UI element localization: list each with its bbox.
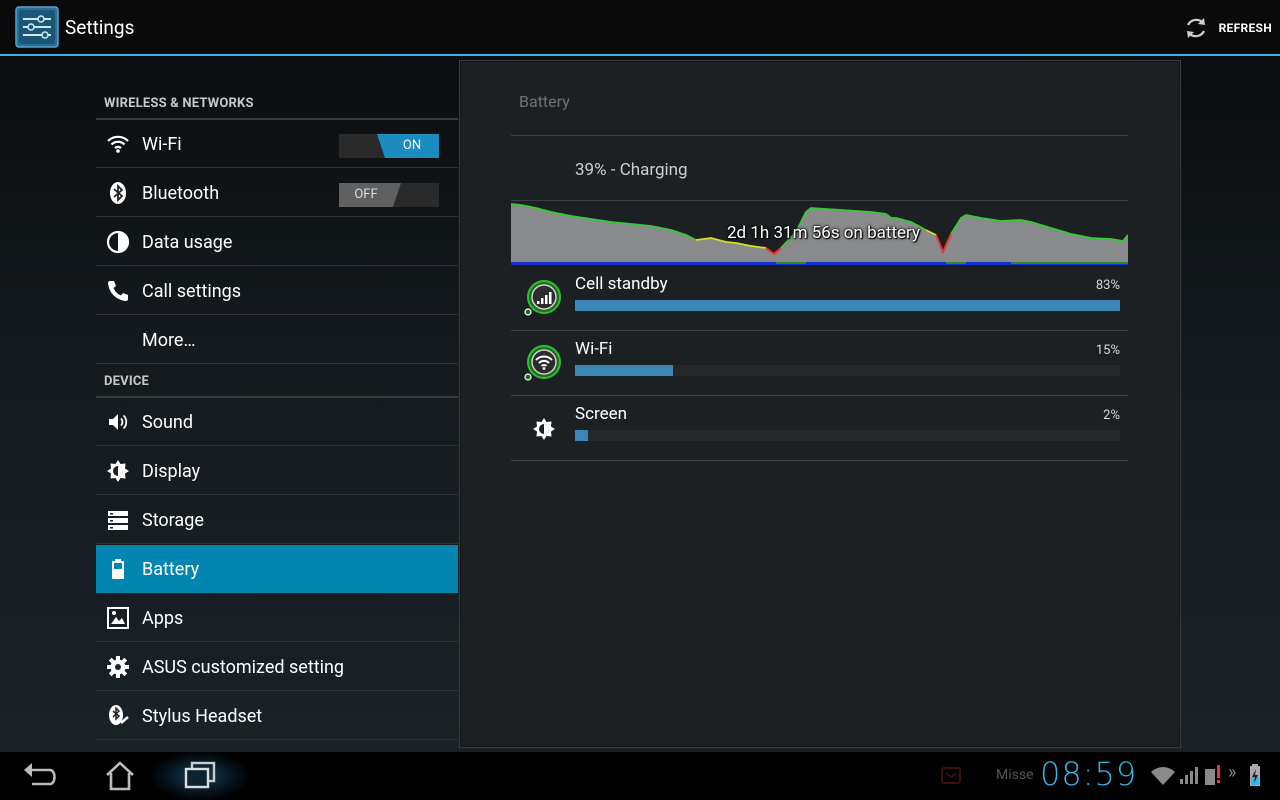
- sidebar-item-display[interactable]: Display: [96, 447, 458, 495]
- sidebar-item-apps[interactable]: Apps: [96, 594, 458, 642]
- section-header-wireless: WIRELESS & NETWORKS: [104, 96, 254, 111]
- usage-bar-fill: [575, 300, 1120, 311]
- battery-status: 39% - Charging: [575, 160, 688, 180]
- sidebar-item-label: Battery: [142, 559, 200, 580]
- phone-icon: [108, 281, 128, 301]
- wifi-toggle[interactable]: ON: [339, 134, 439, 158]
- usage-row-wifi[interactable]: Wi-Fi 15%: [511, 331, 1128, 396]
- panel-divider: [511, 135, 1128, 136]
- settings-app-icon[interactable]: [15, 6, 59, 48]
- usage-percent: 15%: [1095, 343, 1120, 358]
- sidebar-item-label: More…: [142, 330, 196, 351]
- usage-name: Wi-Fi: [575, 339, 613, 359]
- brightness-icon: [533, 418, 555, 440]
- sidebar-item-bluetooth[interactable]: Bluetooth OFF: [96, 169, 458, 217]
- settings-list: WIRELESS & NETWORKS Wi-Fi ON Bluetooth O…: [96, 56, 458, 752]
- action-bar: Settings REFRESH: [0, 0, 1280, 56]
- wifi-status-icon: [1151, 767, 1175, 785]
- sidebar-item-call-settings[interactable]: Call settings: [96, 267, 458, 315]
- usage-percent: 83%: [1095, 278, 1120, 293]
- toggle-state: OFF: [339, 183, 401, 207]
- usage-bar-fill: [575, 365, 674, 376]
- stylus-headset-icon: [109, 705, 129, 725]
- panel-title: Battery: [519, 92, 570, 111]
- usage-row-cell-standby[interactable]: Cell standby 83%: [511, 266, 1128, 331]
- battery-history-label: 2d 1h 31m 56s on battery: [726, 223, 920, 243]
- back-button[interactable]: [20, 758, 60, 794]
- notification-icon[interactable]: [940, 765, 964, 787]
- usage-name: Screen: [575, 404, 628, 424]
- usage-row-screen[interactable]: Screen 2%: [511, 396, 1128, 461]
- sidebar-item-label: Stylus Headset: [142, 706, 263, 727]
- sd-card-alert-icon: [1205, 765, 1220, 785]
- usage-name: Cell standby: [575, 274, 668, 294]
- usage-bar-track: [575, 300, 1120, 311]
- refresh-button[interactable]: REFRESH: [1183, 14, 1272, 42]
- clock[interactable]: 08:59: [1040, 755, 1137, 793]
- usage-bar-fill: [575, 430, 589, 441]
- recent-apps-button[interactable]: [180, 758, 220, 794]
- sidebar-item-label: Call settings: [142, 281, 242, 302]
- storage-icon: [108, 511, 128, 530]
- sidebar-item-label: Wi-Fi: [142, 134, 182, 155]
- refresh-icon: [1186, 18, 1205, 38]
- battery-panel: Battery 39% - Charging 2d 1h 31m 56s on …: [459, 60, 1181, 748]
- apps-icon: [107, 607, 129, 629]
- usage-bar-track: [575, 365, 1120, 376]
- sidebar-item-label: Bluetooth: [142, 183, 220, 204]
- toggle-state: ON: [377, 134, 439, 158]
- sidebar-item-label: Sound: [142, 412, 193, 433]
- section-header-device: DEVICE: [104, 374, 150, 389]
- sidebar-item-battery[interactable]: Battery: [96, 545, 458, 593]
- sidebar-item-sound[interactable]: Sound: [96, 398, 458, 446]
- sidebar-item-wifi[interactable]: Wi-Fi ON: [96, 120, 458, 168]
- sidebar-item-stylus-headset[interactable]: Stylus Headset: [96, 692, 458, 740]
- home-button[interactable]: [100, 758, 140, 794]
- speaker-icon: [109, 414, 128, 430]
- brightness-icon: [107, 460, 129, 482]
- wifi-icon: [524, 345, 561, 381]
- sidebar-item-label: Data usage: [142, 232, 233, 253]
- gear-icon: [107, 656, 129, 678]
- sidebar-item-label: Apps: [142, 608, 184, 629]
- panel-divider: [511, 200, 1128, 201]
- sidebar-item-label: ASUS customized setting: [142, 657, 345, 678]
- app-title: Settings: [65, 16, 135, 39]
- cell-signal-icon: [524, 280, 561, 316]
- wifi-icon: [107, 135, 129, 153]
- data-usage-icon: [106, 230, 130, 254]
- sidebar-item-label: Storage: [142, 510, 204, 531]
- bluetooth-icon: [110, 182, 126, 204]
- more-notifications-icon[interactable]: »: [1228, 762, 1236, 783]
- battery-icon: [112, 559, 124, 579]
- notification-text: Misse: [996, 767, 1034, 783]
- sidebar-item-label: Display: [142, 461, 201, 482]
- usage-percent: 2%: [1103, 408, 1120, 423]
- bluetooth-toggle[interactable]: OFF: [339, 183, 439, 207]
- refresh-label: REFRESH: [1218, 21, 1272, 35]
- battery-status-icon: [1250, 764, 1260, 786]
- sidebar-item-asus-customized[interactable]: ASUS customized setting: [96, 643, 458, 691]
- sidebar-item-storage[interactable]: Storage: [96, 496, 458, 544]
- sidebar-item-more[interactable]: More…: [96, 316, 458, 364]
- signal-status-icon: [1180, 767, 1198, 784]
- sidebar-item-data-usage[interactable]: Data usage: [96, 218, 458, 266]
- usage-bar-track: [575, 430, 1120, 441]
